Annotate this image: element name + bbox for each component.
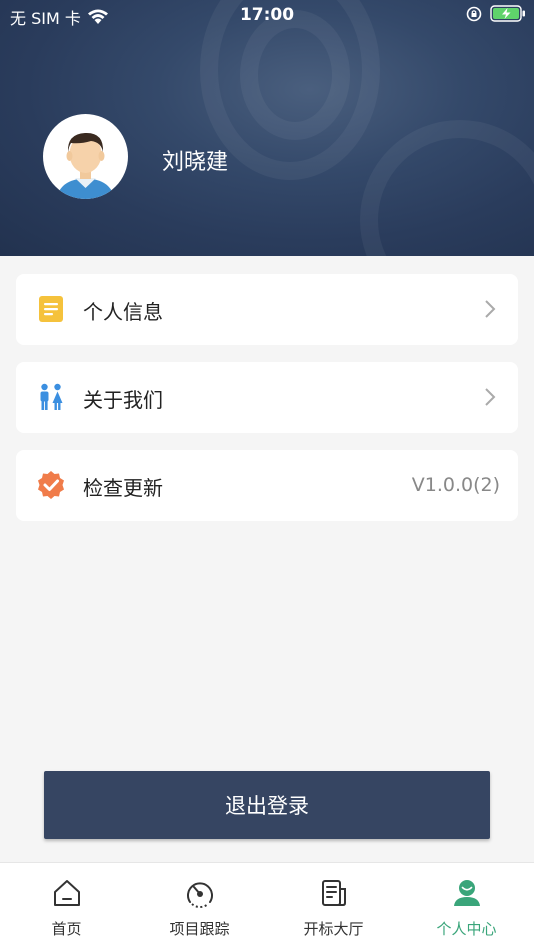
status-time: 17:00 xyxy=(239,5,295,25)
menu-item-label: 检查更新 xyxy=(83,476,163,500)
tab-label: 项目跟踪 xyxy=(169,920,230,938)
status-bar: 无 SIM 卡 17:00 xyxy=(0,0,534,30)
menu-item-personal-info[interactable]: 个人信息 xyxy=(16,274,518,345)
newspaper-icon xyxy=(322,880,346,906)
tab-label: 首页 xyxy=(51,920,82,938)
profile-header: 无 SIM 卡 17:00 刘晓建 xyxy=(0,0,534,256)
chevron-right-icon xyxy=(485,388,496,406)
verified-badge-icon xyxy=(38,471,64,499)
tab-bar: 首页 项目跟踪 开标大厅 个人中心 xyxy=(0,862,534,950)
tab-label: 个人中心 xyxy=(436,920,497,938)
app-version: V1.0.0(2) xyxy=(411,474,500,496)
home-icon xyxy=(54,880,80,906)
user-avatar-icon xyxy=(57,132,114,199)
gauge-icon xyxy=(187,882,213,908)
user-name: 刘晓建 xyxy=(162,150,229,175)
battery-charging-icon xyxy=(490,5,525,22)
menu-item-label: 关于我们 xyxy=(83,388,163,412)
menu-item-label: 个人信息 xyxy=(83,300,163,324)
menu-item-check-update[interactable]: 检查更新 V1.0.0(2) xyxy=(16,450,518,521)
tab-bid-hall[interactable]: 开标大厅 xyxy=(267,863,400,950)
header-decoration xyxy=(360,120,534,256)
avatar[interactable] xyxy=(43,114,128,199)
tab-label: 开标大厅 xyxy=(303,920,364,938)
tab-project-tracking[interactable]: 项目跟踪 xyxy=(133,863,266,950)
tab-home[interactable]: 首页 xyxy=(0,863,133,950)
tab-personal-center[interactable]: 个人中心 xyxy=(400,863,533,950)
menu-item-about-us[interactable]: 关于我们 xyxy=(16,362,518,433)
chevron-right-icon xyxy=(485,300,496,318)
document-icon xyxy=(39,296,63,322)
orientation-lock-icon xyxy=(466,6,482,21)
logout-button[interactable]: 退出登录 xyxy=(44,771,490,839)
people-icon xyxy=(40,383,63,410)
user-icon xyxy=(454,880,480,906)
